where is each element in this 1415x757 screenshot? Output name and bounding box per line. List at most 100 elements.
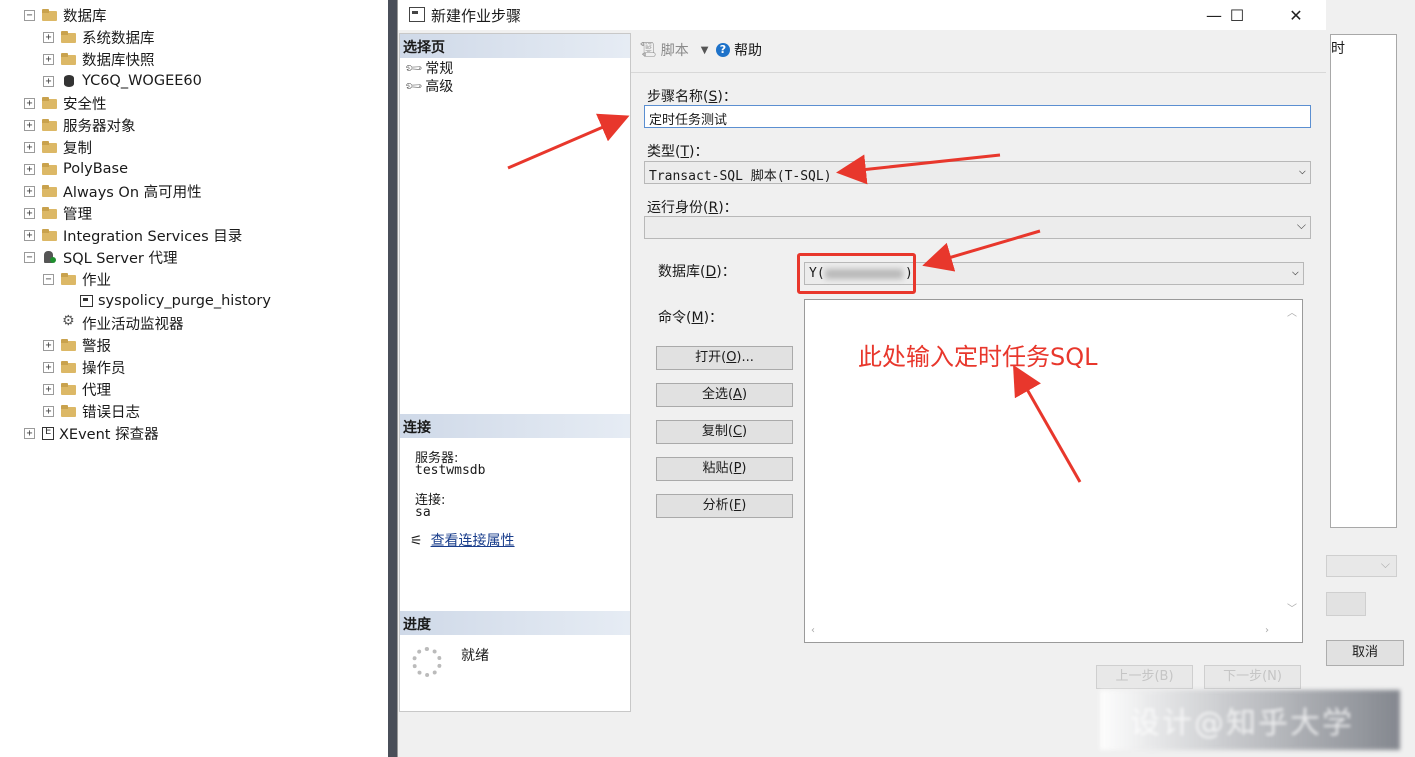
tree-item-database[interactable]: + YC6Q_WOGEE60 — [43, 70, 202, 92]
tree-item-label: 系统数据库 — [82, 30, 155, 47]
chevron-down-icon: ⌵ — [1298, 163, 1306, 177]
tree-item-integration-services[interactable]: + Integration Services 目录 — [24, 224, 242, 246]
script-icon: 📜︎ — [639, 42, 657, 58]
help-button[interactable]: ? 帮助 — [716, 40, 762, 60]
expand-icon[interactable]: + — [24, 119, 35, 131]
type-select[interactable]: Transact-SQL 脚本(T-SQL) ⌵ — [644, 161, 1311, 184]
tree-item-replication[interactable]: + 复制 — [24, 136, 92, 158]
chevron-down-icon: ⌵ — [1291, 264, 1299, 278]
chevron-down-icon: ⌵ — [1380, 557, 1390, 571]
parent-select[interactable]: ⌵ — [1326, 555, 1397, 577]
close-button[interactable]: ✕ — [1273, 0, 1319, 30]
tree-item-label: XEvent 探查器 — [59, 426, 159, 443]
folder-icon — [61, 52, 77, 66]
type-label: 类型(T)： — [647, 144, 709, 160]
folder-icon — [42, 96, 58, 110]
parent-textbox[interactable]: 时 — [1330, 34, 1397, 528]
collapse-icon[interactable]: − — [24, 9, 35, 21]
scroll-up-icon[interactable]: ︿ — [1287, 304, 1297, 319]
tree-item-sql-server-agent[interactable]: − SQL Server 代理 — [24, 246, 177, 268]
expand-icon[interactable]: + — [24, 141, 35, 153]
parent-button[interactable] — [1326, 592, 1366, 616]
tree-item-operators[interactable]: + 操作员 — [43, 356, 126, 378]
view-connection-properties-row[interactable]: ⚟ 查看连接属性 — [410, 530, 515, 550]
help-label: 帮助 — [734, 43, 762, 59]
tree-item-database-snapshots[interactable]: + 数据库快照 — [43, 48, 155, 70]
expand-icon[interactable]: + — [43, 31, 54, 43]
cancel-button[interactable]: 取消 — [1326, 640, 1404, 666]
tree-item-polybase[interactable]: + PolyBase — [24, 158, 128, 180]
xevent-icon — [42, 426, 54, 440]
maximize-button[interactable]: ☐ — [1214, 0, 1260, 30]
annotation-text: 此处输入定时任务SQL — [858, 343, 1098, 371]
tree-item-databases[interactable]: − 数据库 — [24, 4, 107, 26]
tree-item-xevent-profiler[interactable]: + XEvent 探查器 — [24, 422, 159, 444]
collapse-icon[interactable]: − — [43, 273, 54, 285]
tree-item-label: 复制 — [63, 140, 92, 157]
annotation-highlight-box — [797, 253, 916, 294]
expand-icon[interactable]: + — [24, 97, 35, 109]
tree-item-label: 警报 — [82, 338, 111, 355]
parent-text-fragment: 时 — [1331, 41, 1345, 57]
vertical-scrollbar[interactable]: ︿ ﹀ — [1282, 300, 1302, 622]
next-button[interactable]: 下一步(N) — [1204, 665, 1301, 689]
scroll-down-icon[interactable]: ﹀ — [1287, 600, 1297, 615]
dialog-titlebar[interactable]: 新建作业步骤 — ☐ ✕ — [398, 0, 1327, 30]
sql-agent-icon — [42, 250, 58, 264]
view-connection-properties-link[interactable]: 查看连接属性 — [431, 533, 515, 549]
tree-item-proxies[interactable]: + 代理 — [43, 378, 111, 400]
tree-item-jobs[interactable]: − 作业 — [43, 268, 111, 290]
step-name-label: 步骤名称(S)： — [647, 89, 737, 105]
expand-icon[interactable]: + — [24, 427, 35, 439]
tree-item-alerts[interactable]: + 警报 — [43, 334, 111, 356]
expand-icon[interactable]: + — [24, 207, 35, 219]
tree-item-error-logs[interactable]: + 错误日志 — [43, 400, 140, 422]
horizontal-scrollbar[interactable]: ‹ › — [805, 622, 1282, 642]
tree-item-job[interactable]: syspolicy_purge_history — [80, 290, 271, 312]
expand-icon[interactable]: + — [24, 229, 35, 241]
expand-icon[interactable]: + — [43, 405, 54, 417]
tree-item-system-databases[interactable]: + 系统数据库 — [43, 26, 155, 48]
expand-icon[interactable]: + — [43, 383, 54, 395]
tree-item-label: PolyBase — [63, 161, 129, 177]
tree-item-always-on[interactable]: + Always On 高可用性 — [24, 180, 202, 202]
paste-button[interactable]: 粘贴(P) — [656, 457, 793, 481]
open-button[interactable]: 打开(O)... — [656, 346, 793, 370]
tree-item-security[interactable]: + 安全性 — [24, 92, 107, 114]
chevron-down-icon[interactable]: ▼ — [701, 45, 709, 56]
copy-button[interactable]: 复制(C) — [656, 420, 793, 444]
tree-item-label: YC6Q_WOGEE60 — [82, 73, 202, 89]
progress-status: 就绪 — [461, 648, 489, 664]
expand-icon[interactable]: + — [43, 53, 54, 65]
command-label: 命令(M)： — [658, 310, 724, 326]
expand-icon[interactable]: + — [43, 361, 54, 373]
scroll-left-icon[interactable]: ‹ — [811, 625, 815, 636]
pane-splitter[interactable] — [388, 0, 397, 757]
collapse-icon[interactable]: − — [24, 251, 35, 263]
expand-icon[interactable]: + — [43, 339, 54, 351]
script-label: 脚本 — [660, 43, 689, 59]
tree-item-management[interactable]: + 管理 — [24, 202, 92, 224]
watermark-text: 设计@知乎大学 — [1130, 706, 1354, 741]
step-name-input[interactable]: 定时任务测试 — [644, 105, 1311, 128]
tree-item-server-objects[interactable]: + 服务器对象 — [24, 114, 136, 136]
job-icon — [80, 295, 93, 307]
parse-button[interactable]: 分析(F) — [656, 494, 793, 518]
tree-item-job-activity-monitor[interactable]: 作业活动监视器 — [61, 312, 184, 334]
tree-item-label: 作业 — [82, 272, 111, 289]
expand-icon[interactable]: + — [43, 75, 54, 87]
previous-button[interactable]: 上一步(B) — [1096, 665, 1193, 689]
page-item-label: 常规 — [425, 61, 454, 77]
progress-header: 进度 — [400, 611, 630, 635]
database-label: 数据库(D)： — [658, 264, 736, 280]
folder-icon — [42, 184, 58, 198]
server-value: testwmsdb — [415, 463, 486, 478]
script-button[interactable]: 📜︎ 脚本 ▼ — [639, 40, 708, 60]
expand-icon[interactable]: + — [24, 185, 35, 197]
scroll-right-icon[interactable]: › — [1265, 625, 1269, 636]
folder-icon — [61, 382, 77, 396]
expand-icon[interactable]: + — [24, 163, 35, 175]
run-as-select[interactable]: ⌵ — [644, 216, 1311, 239]
page-item-advanced[interactable]: 🔧︎ 高级 — [403, 76, 453, 97]
select-all-button[interactable]: 全选(A) — [656, 383, 793, 407]
